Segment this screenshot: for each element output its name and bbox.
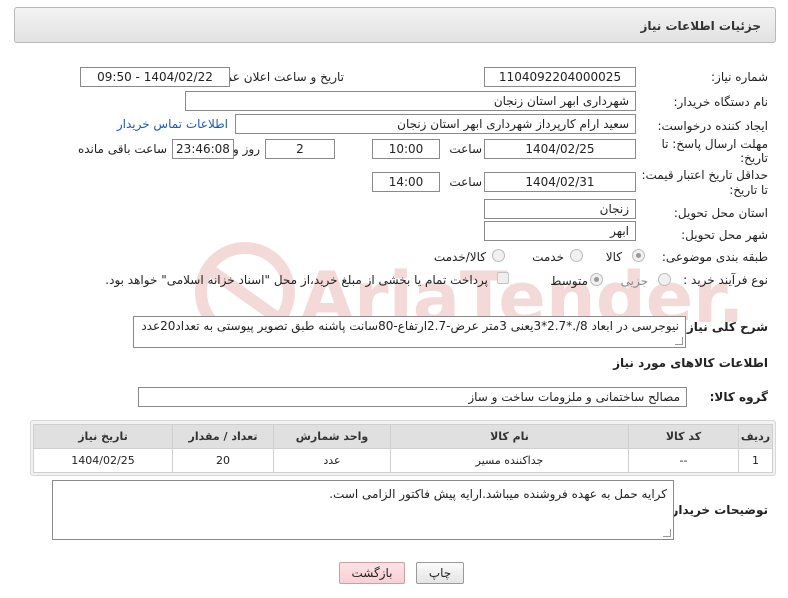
col-name: نام کالا [390, 424, 629, 449]
deadline-label-line1: مهلت ارسال پاسخ: تا [661, 137, 768, 151]
col-unit: واحد شمارش [273, 424, 391, 449]
cell-name: جداکننده مسیر [390, 448, 629, 473]
buyer-org-field: شهرداری ابهر استان زنجان [185, 91, 636, 111]
category-radio-goods[interactable] [632, 249, 645, 262]
process-radio-medium[interactable] [590, 273, 603, 286]
treasury-payment-checkbox[interactable] [497, 272, 509, 284]
deadline-date-field: 1404/02/25 [484, 139, 636, 159]
category-radio-goods-service[interactable] [492, 249, 505, 262]
creator-label: ایجاد کننده درخواست: [657, 119, 768, 133]
description-label: شرح کلی نیاز: [682, 320, 768, 334]
cell-date: 1404/02/25 [33, 448, 173, 473]
buyer-notes-label: توضیحات خریدار: [666, 503, 768, 517]
table-row: 1 -- جداکننده مسیر عدد 20 1404/02/25 [33, 448, 773, 473]
cell-qty: 20 [172, 448, 274, 473]
cell-unit: عدد [273, 448, 391, 473]
deadline-label-line2: تاریخ: [740, 151, 768, 165]
back-button[interactable]: بازگشت [339, 562, 405, 584]
remaining-time-label: ساعت باقی مانده [77, 142, 167, 156]
table-header-row: ردیف کد کالا نام کالا واحد شمارش تعداد /… [33, 424, 773, 449]
col-code: کد کالا [628, 424, 739, 449]
remaining-days-field: 2 [265, 139, 335, 159]
col-qty: تعداد / مقدار [172, 424, 274, 449]
goods-group-field: مصالح ساختمانی و ملزومات ساخت و ساز [138, 387, 687, 407]
remaining-time-field: 23:46:08 [172, 139, 234, 159]
description-text: نیوجرسی در ابعاد 8/.*2.7*3یعنی 3متر عرض-… [141, 319, 679, 333]
buyer-notes-text: کرایه حمل به عهده فروشنده میباشد.ارایه پ… [329, 487, 667, 501]
province-field: زنجان [484, 199, 636, 219]
col-row: ردیف [738, 424, 773, 449]
category-label: طبقه بندی موضوعی: [661, 250, 768, 264]
cell-code: -- [628, 448, 739, 473]
goods-group-label: گروه کالا: [709, 390, 768, 404]
city-field: ابهر [484, 221, 636, 241]
treasury-payment-note: پرداخت تمام یا بخشی از مبلغ خرید،از محل … [105, 273, 488, 287]
goods-info-title: اطلاعات کالاهای مورد نیاز [613, 356, 768, 370]
buyer-contact-link[interactable]: اطلاعات تماس خریدار [117, 117, 228, 131]
cell-row: 1 [738, 448, 773, 473]
description-textarea: نیوجرسی در ابعاد 8/.*2.7*3یعنی 3متر عرض-… [133, 316, 686, 348]
validity-label-line1: حداقل تاریخ اعتبار قیمت: [641, 168, 768, 182]
print-button[interactable]: چاپ [416, 562, 464, 584]
announce-field: 1404/02/22 - 09:50 [80, 67, 230, 87]
items-table: ردیف کد کالا نام کالا واحد شمارش تعداد /… [33, 424, 773, 473]
validity-time-label: ساعت [449, 175, 482, 189]
category-option-goods: کالا [605, 250, 622, 264]
validity-date-field: 1404/02/31 [484, 172, 636, 192]
category-option-goods-service: کالا/خدمت [433, 250, 486, 264]
resize-handle-icon[interactable] [663, 529, 671, 537]
need-number-label: شماره نیاز: [711, 70, 768, 84]
category-radio-service[interactable] [570, 249, 583, 262]
page-title: جزئیات اطلاعات نیاز [640, 19, 761, 33]
creator-field: سعید ارام کارپرداز شهرداری ابهر استان زن… [235, 114, 636, 134]
deadline-time-label: ساعت [449, 142, 482, 156]
process-radio-minor[interactable] [658, 273, 671, 286]
deadline-time-field: 10:00 [372, 139, 440, 159]
buyer-notes-textarea: کرایه حمل به عهده فروشنده میباشد.ارایه پ… [52, 480, 674, 540]
buyer-org-label: نام دستگاه خریدار: [673, 95, 769, 109]
validity-label-line2: تا تاریخ: [729, 183, 768, 197]
city-label: شهر محل تحویل: [681, 228, 768, 242]
process-option-medium: متوسط [550, 274, 588, 288]
days-label: روز و [233, 142, 260, 156]
page-header: جزئیات اطلاعات نیاز [14, 7, 776, 43]
resize-handle-icon[interactable] [675, 337, 683, 345]
validity-time-field: 14:00 [372, 172, 440, 192]
process-option-minor: جزیی [620, 274, 648, 288]
province-label: استان محل تحویل: [673, 206, 768, 220]
need-number-field: 1104092204000025 [484, 67, 636, 87]
process-label: نوع فرآیند خرید : [683, 273, 768, 287]
col-date: تاریخ نیاز [33, 424, 173, 449]
category-option-service: خدمت [532, 250, 564, 264]
